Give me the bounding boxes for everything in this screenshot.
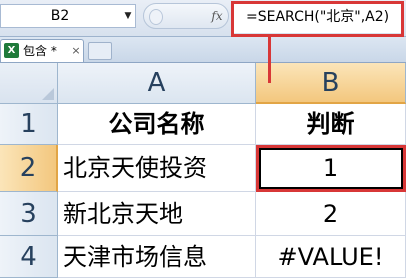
highlight-connector-line	[268, 37, 271, 83]
cell-a1[interactable]: 公司名称	[58, 104, 256, 145]
column-header-b[interactable]: B	[256, 63, 406, 104]
workbook-tab[interactable]: X 包含 * ×	[0, 39, 84, 62]
close-icon[interactable]: ×	[69, 40, 83, 62]
row-header-2[interactable]: 2	[0, 145, 58, 192]
workbook-tab-strip: X 包含 * ×	[0, 37, 406, 63]
select-all-icon	[42, 88, 54, 100]
new-tab-button[interactable]	[88, 42, 112, 60]
row-header-3[interactable]: 3	[0, 192, 58, 236]
formula-bar: B2 ▼ fx =SEARCH("北京",A2)	[0, 0, 406, 37]
chevron-down-icon[interactable]: ▼	[121, 5, 135, 27]
formula-text: =SEARCH("北京",A2)	[246, 9, 390, 25]
cell-b4[interactable]: #VALUE!	[256, 236, 406, 278]
name-box-value: B2	[50, 8, 70, 24]
workbook-tab-label: 包含 *	[23, 44, 57, 58]
excel-file-icon: X	[4, 43, 19, 58]
insert-function-icon[interactable]: fx	[208, 6, 226, 26]
cell-a2[interactable]: 北京天使投资	[58, 145, 256, 192]
row-header-1[interactable]: 1	[0, 104, 58, 145]
formula-tools: fx	[143, 3, 229, 29]
cell-b3[interactable]: 2	[256, 192, 406, 236]
formula-input[interactable]: =SEARCH("北京",A2)	[232, 3, 404, 33]
cell-b2[interactable]: 1	[256, 145, 406, 192]
spreadsheet-grid: A B 1 公司名称 判断 2 北京天使投资 1 3 新北京天地 2 4 天津市…	[0, 63, 406, 278]
name-box[interactable]: B2 ▼	[0, 4, 136, 28]
cell-a4[interactable]: 天津市场信息	[58, 236, 256, 278]
resize-grip-icon[interactable]	[149, 9, 163, 25]
cell-b1[interactable]: 判断	[256, 104, 406, 145]
row-header-4[interactable]: 4	[0, 236, 58, 278]
column-header-a[interactable]: A	[58, 63, 256, 104]
select-all-corner[interactable]	[0, 63, 58, 104]
cell-a3[interactable]: 新北京天地	[58, 192, 256, 236]
